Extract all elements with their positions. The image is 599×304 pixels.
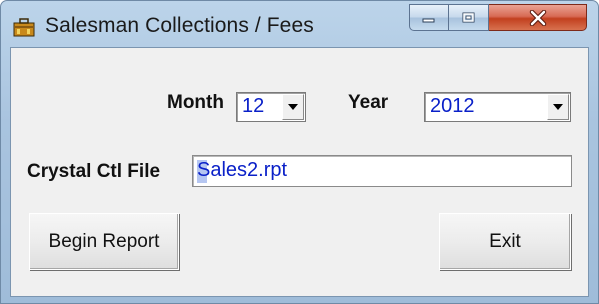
crystal-file-value: Sales2.rpt bbox=[197, 159, 288, 181]
begin-report-button[interactable]: Begin Report bbox=[29, 213, 179, 270]
close-icon bbox=[529, 9, 546, 26]
minimize-button[interactable] bbox=[409, 4, 449, 31]
crystal-file-input[interactable]: Sales2.rpt bbox=[192, 155, 572, 187]
close-button[interactable] bbox=[489, 4, 587, 31]
month-dropdown-button[interactable] bbox=[282, 94, 304, 120]
dialog-body: Month 12 Year 2012 Crystal Ctl File Sale… bbox=[10, 47, 589, 297]
month-select[interactable]: 12 bbox=[236, 92, 306, 122]
year-dropdown-button[interactable] bbox=[547, 94, 569, 120]
chevron-down-icon bbox=[553, 104, 563, 110]
caption-buttons bbox=[409, 4, 587, 32]
briefcase-icon bbox=[13, 18, 35, 37]
title-bar[interactable]: Salesman Collections / Fees bbox=[1, 1, 598, 47]
month-value: 12 bbox=[242, 95, 265, 117]
year-select[interactable]: 2012 bbox=[424, 92, 571, 122]
year-label: Year bbox=[348, 92, 389, 113]
chevron-down-icon bbox=[288, 104, 298, 110]
dialog-window: Salesman Collections / Fees Month 12 Yea… bbox=[0, 0, 599, 304]
window-title: Salesman Collections / Fees bbox=[45, 14, 314, 37]
maximize-button[interactable] bbox=[449, 4, 489, 31]
month-label: Month bbox=[167, 92, 224, 113]
crystal-file-label: Crystal Ctl File bbox=[27, 161, 161, 182]
year-value: 2012 bbox=[430, 95, 475, 117]
maximize-icon bbox=[462, 12, 474, 22]
exit-button[interactable]: Exit bbox=[439, 213, 571, 270]
minimize-icon bbox=[422, 18, 435, 22]
